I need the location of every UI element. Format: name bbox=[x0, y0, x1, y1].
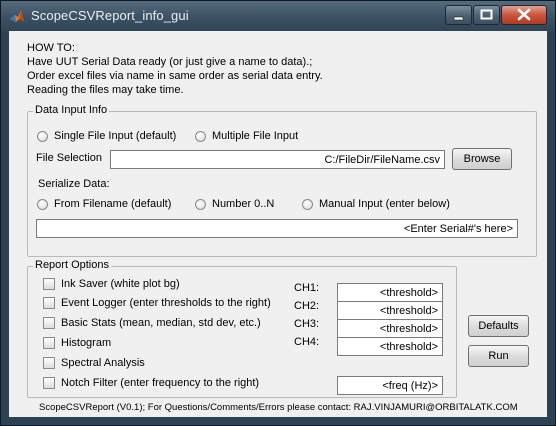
browse-button[interactable]: Browse bbox=[452, 148, 512, 170]
title-bar[interactable]: ScopeCSVReport_info_gui bbox=[1, 1, 555, 31]
ch4-label: CH4: bbox=[294, 336, 320, 348]
basic-stats-checkbox[interactable] bbox=[43, 317, 55, 329]
multiple-file-radio[interactable] bbox=[195, 131, 206, 142]
file-path-field[interactable]: C:/FileDir/FileName.csv bbox=[110, 150, 445, 169]
manual-input-radio[interactable] bbox=[302, 199, 313, 210]
ch1-threshold-field[interactable]: <threshold> bbox=[337, 283, 443, 302]
ch3-label: CH3: bbox=[294, 318, 320, 330]
ch3-threshold-field[interactable]: <threshold> bbox=[337, 319, 443, 338]
report-options-title: Report Options bbox=[33, 259, 111, 271]
number-radio[interactable] bbox=[195, 199, 206, 210]
notch-filter-checkbox[interactable] bbox=[43, 377, 55, 389]
single-file-label: Single File Input (default) bbox=[54, 130, 177, 142]
howto-line-3: Reading the files may take time. bbox=[27, 84, 184, 96]
ink-saver-label: Ink Saver (white plot bg) bbox=[61, 278, 180, 290]
from-filename-label: From Filename (default) bbox=[54, 198, 172, 210]
howto-line-1: Have UUT Serial Data ready (or just give… bbox=[27, 56, 313, 68]
app-window: ScopeCSVReport_info_gui HOW TO: Have UUT… bbox=[0, 0, 556, 426]
ch1-label: CH1: bbox=[294, 282, 320, 294]
spectral-analysis-label: Spectral Analysis bbox=[61, 357, 145, 369]
event-logger-label: Event Logger (enter thresholds to the ri… bbox=[61, 297, 271, 309]
ch2-label: CH2: bbox=[294, 300, 320, 312]
ink-saver-checkbox[interactable] bbox=[43, 278, 55, 290]
multiple-file-label: Multiple File Input bbox=[212, 130, 299, 142]
ch4-threshold-field[interactable]: <threshold> bbox=[337, 337, 443, 356]
ch2-threshold-field[interactable]: <threshold> bbox=[337, 301, 443, 320]
notch-frequency-field[interactable]: <freq (Hz)> bbox=[337, 376, 443, 395]
notch-filter-label: Notch Filter (enter frequency to the rig… bbox=[61, 377, 260, 389]
maximize-button[interactable] bbox=[473, 5, 500, 25]
howto-heading: HOW TO: bbox=[27, 42, 75, 54]
from-filename-radio[interactable] bbox=[37, 199, 48, 210]
data-input-group: Data Input Info Single File Input (defau… bbox=[27, 104, 537, 257]
close-button[interactable] bbox=[501, 5, 547, 25]
manual-input-label: Manual Input (enter below) bbox=[319, 198, 450, 210]
report-options-group: Report Options Ink Saver (white plot bg)… bbox=[27, 259, 457, 398]
matlab-icon bbox=[10, 10, 24, 22]
defaults-button[interactable]: Defaults bbox=[468, 315, 529, 337]
histogram-checkbox[interactable] bbox=[43, 337, 55, 349]
number-label: Number 0..N bbox=[212, 198, 275, 210]
spectral-analysis-checkbox[interactable] bbox=[43, 357, 55, 369]
histogram-label: Histogram bbox=[61, 337, 112, 349]
single-file-radio[interactable] bbox=[37, 131, 48, 142]
event-logger-checkbox[interactable] bbox=[43, 297, 55, 309]
dialog-body: HOW TO: Have UUT Serial Data ready (or j… bbox=[9, 31, 547, 417]
serialize-label: Serialize Data: bbox=[38, 178, 110, 190]
minimize-icon bbox=[453, 16, 464, 21]
window-title: ScopeCSVReport_info_gui bbox=[31, 8, 189, 23]
minimize-button[interactable] bbox=[445, 5, 472, 25]
data-input-title: Data Input Info bbox=[33, 104, 110, 116]
close-icon bbox=[517, 8, 531, 21]
maximize-icon bbox=[480, 9, 493, 20]
footer-contact: ScopeCSVReport (V0.1); For Questions/Com… bbox=[39, 402, 518, 413]
howto-line-2: Order excel files via name in same order… bbox=[27, 70, 323, 82]
file-selection-label: File Selection bbox=[36, 152, 103, 164]
serial-input-field[interactable]: <Enter Serial#'s here> bbox=[36, 219, 518, 238]
run-button[interactable]: Run bbox=[468, 345, 529, 367]
basic-stats-label: Basic Stats (mean, median, std dev, etc.… bbox=[61, 317, 261, 329]
